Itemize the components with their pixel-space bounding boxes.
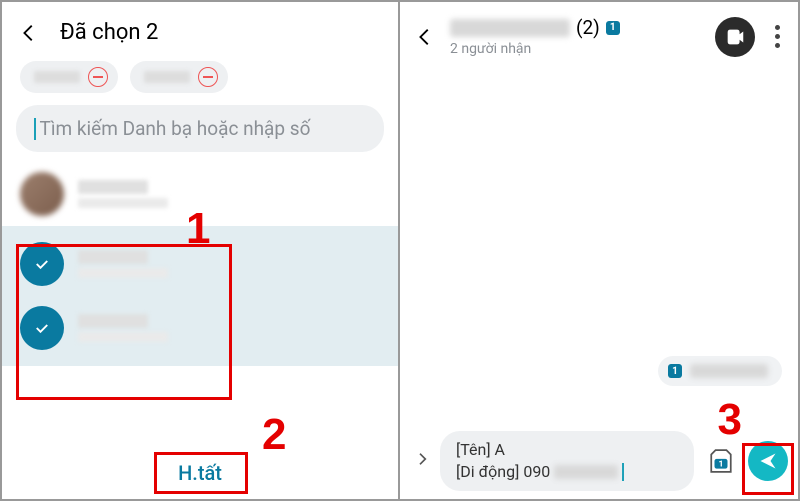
picker-header: Đã chọn 2 xyxy=(2,2,398,57)
selected-contacts-group xyxy=(2,226,398,366)
thread-subtitle: 2 người nhận xyxy=(450,41,715,57)
search-placeholder: Tìm kiếm Danh bạ hoặc nhập số xyxy=(40,117,311,140)
contact-picker-screen: Đã chọn 2 Tìm kiếm Danh bạ hoặc nhập số xyxy=(2,2,400,499)
contact-text xyxy=(78,250,168,278)
compose-bar: [Tên] A [Di động] 090 1 xyxy=(400,423,798,499)
back-icon[interactable] xyxy=(414,26,436,48)
text-cursor xyxy=(622,463,624,481)
checkmark-icon xyxy=(33,319,51,337)
video-icon xyxy=(724,26,746,48)
done-button[interactable]: H.tất xyxy=(158,451,242,495)
thread-member-count: (2) xyxy=(576,16,600,39)
thread-title-block: (2) 1 2 người nhận xyxy=(450,16,715,57)
contact-row-selected[interactable] xyxy=(2,232,398,296)
send-button[interactable] xyxy=(748,441,788,481)
send-icon xyxy=(758,451,778,471)
chip-remove-icon[interactable] xyxy=(88,67,108,87)
chip-remove-icon[interactable] xyxy=(198,67,218,87)
avatar-checked xyxy=(20,242,64,286)
svg-text:1: 1 xyxy=(719,459,724,469)
expand-button[interactable] xyxy=(414,451,430,471)
contact-row-selected[interactable] xyxy=(2,296,398,360)
back-icon[interactable] xyxy=(18,22,40,44)
contact-row[interactable] xyxy=(2,162,398,226)
sim-badge: 1 xyxy=(606,21,620,35)
annotation-number-2: 2 xyxy=(262,410,286,460)
message-blur xyxy=(690,364,768,378)
thread-name-blur xyxy=(450,19,570,37)
contact-text xyxy=(78,314,168,342)
search-input[interactable]: Tìm kiếm Danh bạ hoặc nhập số xyxy=(16,105,384,152)
avatar-checked xyxy=(20,306,64,350)
compose-blur xyxy=(554,465,618,479)
video-call-button[interactable] xyxy=(715,17,755,57)
sim-icon: 1 xyxy=(708,448,734,474)
contact-text xyxy=(78,180,168,208)
more-options-button[interactable] xyxy=(769,19,786,54)
compose-line1: [Tên] A xyxy=(456,439,678,461)
compose-input[interactable]: [Tên] A [Di động] 090 xyxy=(440,431,694,491)
chip-name-blur xyxy=(144,71,190,83)
text-cursor xyxy=(34,118,36,140)
sim-select-button[interactable]: 1 xyxy=(704,446,738,476)
conversation-header: (2) 1 2 người nhận xyxy=(400,2,798,67)
picker-title: Đã chọn 2 xyxy=(60,20,158,45)
chip-name-blur xyxy=(34,71,80,83)
checkmark-icon xyxy=(33,255,51,273)
avatar xyxy=(20,172,64,216)
conversation-screen: (2) 1 2 người nhận 1 [Tên] xyxy=(400,2,798,499)
sim-badge: 1 xyxy=(668,364,682,378)
selected-chips-row xyxy=(2,57,398,101)
outgoing-message-bubble[interactable]: 1 xyxy=(658,356,782,386)
selected-chip[interactable] xyxy=(130,61,228,93)
selected-chip[interactable] xyxy=(20,61,118,93)
compose-line2-prefix: [Di động] 090 xyxy=(456,461,550,483)
